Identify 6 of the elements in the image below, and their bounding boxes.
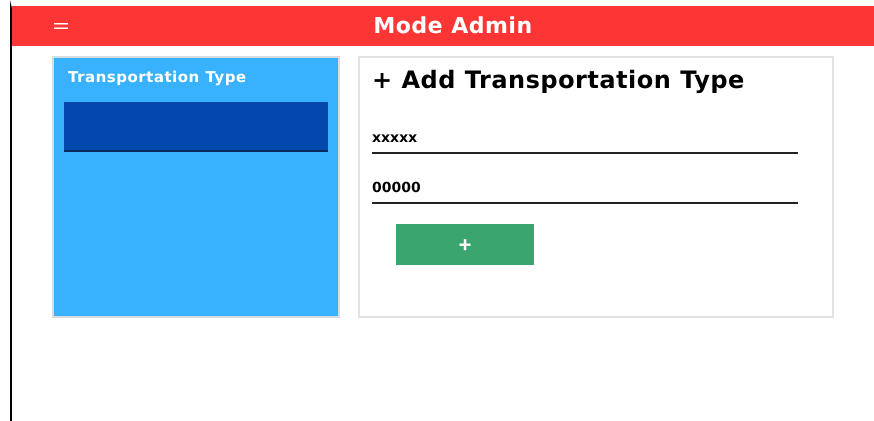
menu-icon[interactable] [54, 23, 68, 29]
app-title: Mode Admin [372, 14, 533, 38]
sidebar-title: Transportation Type [67, 68, 248, 86]
input-field[interactable]: 00000 [372, 176, 798, 204]
input-field[interactable]: xxxxx [372, 126, 798, 154]
form-title: + Add Transportation Type [372, 66, 746, 94]
